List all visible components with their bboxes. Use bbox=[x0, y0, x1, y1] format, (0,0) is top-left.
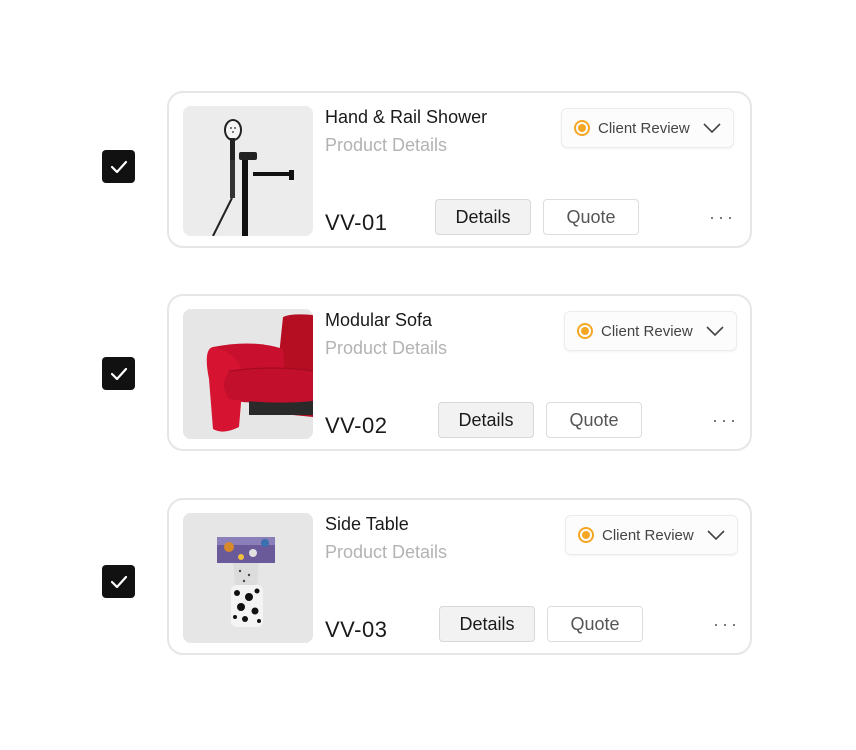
status-label: Client Review bbox=[598, 119, 690, 137]
status-dropdown[interactable]: Client Review bbox=[561, 108, 734, 148]
sofa-image bbox=[183, 309, 313, 439]
status-dot-icon bbox=[574, 120, 590, 136]
product-thumbnail bbox=[183, 309, 313, 439]
status-label: Client Review bbox=[601, 322, 693, 340]
product-code: VV-01 bbox=[325, 210, 388, 235]
product-subtitle: Product Details bbox=[325, 338, 448, 358]
quote-button[interactable]: Quote bbox=[546, 402, 642, 438]
details-button[interactable]: Details bbox=[439, 606, 535, 642]
status-dropdown[interactable]: Client Review bbox=[564, 311, 737, 351]
product-title: Side Table bbox=[325, 514, 409, 534]
product-code: VV-02 bbox=[325, 413, 388, 438]
row-checkbox[interactable] bbox=[102, 150, 135, 183]
checkmark-icon bbox=[110, 160, 127, 173]
details-button[interactable]: Details bbox=[438, 402, 534, 438]
more-horizontal-icon[interactable]: ··· bbox=[712, 406, 739, 434]
quote-button[interactable]: Quote bbox=[547, 606, 643, 642]
status-label: Client Review bbox=[602, 526, 694, 544]
row-checkbox[interactable] bbox=[102, 565, 135, 598]
chevron-down-icon bbox=[703, 123, 721, 133]
chevron-down-icon bbox=[706, 326, 724, 336]
status-dropdown[interactable]: Client Review bbox=[565, 515, 738, 555]
product-subtitle: Product Details bbox=[325, 135, 448, 155]
chevron-down-icon bbox=[707, 530, 725, 540]
product-title: Modular Sofa bbox=[325, 310, 433, 330]
more-horizontal-icon[interactable]: ··· bbox=[709, 203, 736, 231]
status-dot-icon bbox=[577, 323, 593, 339]
list-row-2: Modular Sofa Product Details VV-02 Clien… bbox=[0, 294, 856, 454]
more-horizontal-icon[interactable]: ··· bbox=[713, 610, 740, 638]
shower-image bbox=[183, 106, 313, 236]
status-dot-icon bbox=[578, 527, 594, 543]
product-thumbnail bbox=[183, 513, 313, 643]
product-title: Hand & Rail Shower bbox=[325, 107, 488, 127]
details-button[interactable]: Details bbox=[435, 199, 531, 235]
list-row-3: Side Table Product Details VV-03 Client … bbox=[0, 497, 856, 657]
product-card: Side Table Product Details VV-03 Client … bbox=[167, 498, 752, 655]
row-checkbox[interactable] bbox=[102, 357, 135, 390]
checkmark-icon bbox=[110, 575, 127, 588]
product-card: Hand & Rail Shower Product Details VV-01… bbox=[167, 91, 752, 248]
product-thumbnail bbox=[183, 106, 313, 236]
checkmark-icon bbox=[110, 367, 127, 380]
quote-button[interactable]: Quote bbox=[543, 199, 639, 235]
list-row-1: Hand & Rail Shower Product Details VV-01… bbox=[0, 91, 856, 251]
side-table-image bbox=[183, 513, 313, 643]
product-card: Modular Sofa Product Details VV-02 Clien… bbox=[167, 294, 752, 451]
product-subtitle: Product Details bbox=[325, 542, 448, 562]
product-code: VV-03 bbox=[325, 617, 388, 642]
